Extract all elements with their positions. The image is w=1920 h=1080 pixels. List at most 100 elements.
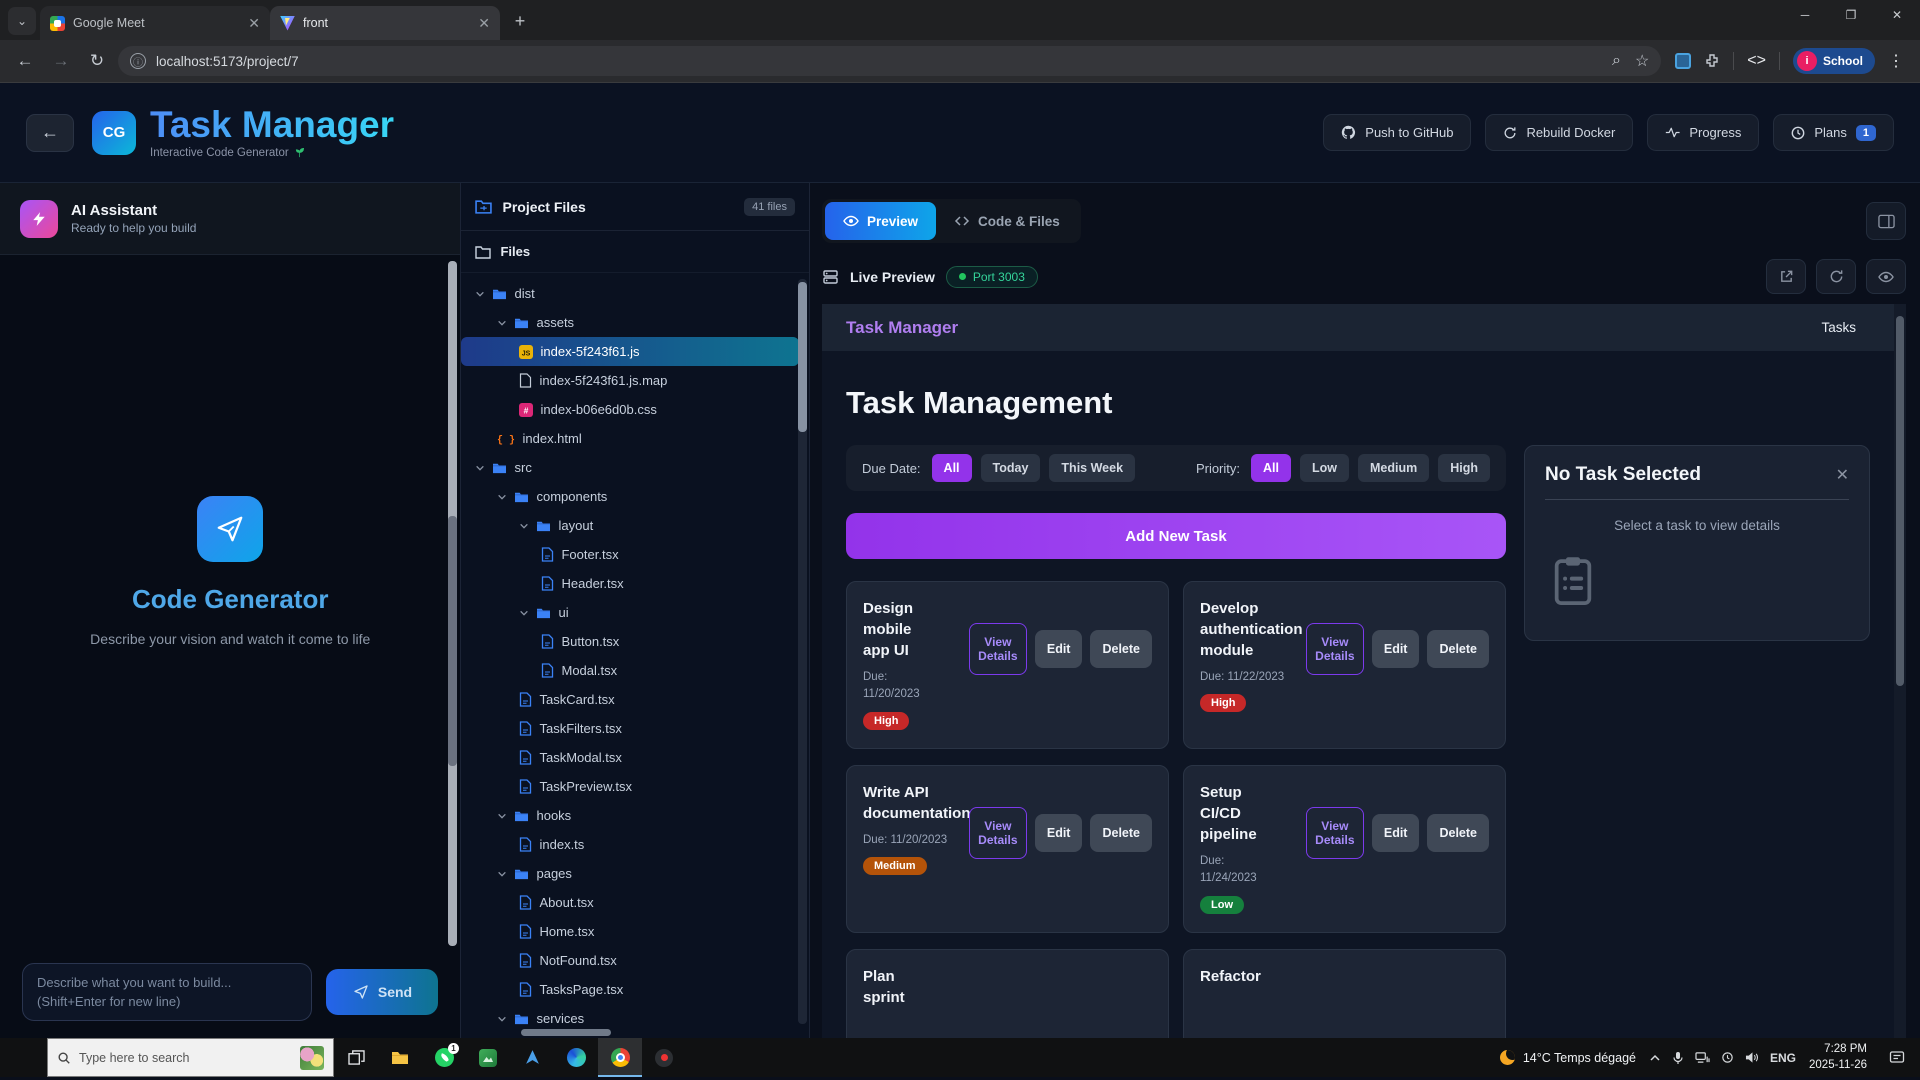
weather-widget[interactable]: 14°C Temps dégagé xyxy=(1500,1050,1636,1065)
files-horizontal-scrollbar[interactable] xyxy=(521,1029,611,1036)
tree-file-index-ts[interactable]: index.ts xyxy=(461,830,799,859)
taskbar-task-view-icon[interactable] xyxy=(334,1038,378,1077)
scrollbar-thumb[interactable] xyxy=(448,516,457,766)
edit-button[interactable]: Edit xyxy=(1035,630,1083,668)
tree-folder-src[interactable]: src xyxy=(461,453,799,482)
delete-button[interactable]: Delete xyxy=(1427,814,1489,852)
minimize-button[interactable]: ─ xyxy=(1782,0,1828,30)
app-back-button[interactable]: ← xyxy=(26,114,74,152)
tree-folder-hooks[interactable]: hooks xyxy=(461,801,799,830)
tab-close-icon[interactable]: ✕ xyxy=(248,15,260,32)
extensions-icon[interactable] xyxy=(1704,53,1720,69)
due-date-filter-this-week[interactable]: This Week xyxy=(1049,454,1135,482)
task-card-setup-ci-cd-pipeline[interactable]: Setup CI/CD pipelineDue: 11/24/2023LowVi… xyxy=(1183,765,1506,933)
view-details-button[interactable]: View Details xyxy=(969,807,1027,859)
tree-file-index-html[interactable]: { }index.html xyxy=(461,424,799,453)
bookmark-star-icon[interactable]: ☆ xyxy=(1635,51,1649,71)
speaker-icon[interactable] xyxy=(1745,1051,1759,1064)
tree-file-home-tsx[interactable]: Home.tsx xyxy=(461,917,799,946)
new-tab-button[interactable]: + xyxy=(506,7,534,35)
delete-button[interactable]: Delete xyxy=(1090,814,1152,852)
view-details-button[interactable]: View Details xyxy=(1306,623,1364,675)
tree-folder-services[interactable]: services xyxy=(461,1004,799,1033)
tab-close-icon[interactable]: ✕ xyxy=(478,15,490,32)
taskbar-edge-icon[interactable] xyxy=(554,1038,598,1077)
tree-file-notfound-tsx[interactable]: NotFound.tsx xyxy=(461,946,799,975)
close-detail-icon[interactable]: ✕ xyxy=(1836,465,1849,485)
tree-file-header-tsx[interactable]: Header.tsx xyxy=(461,569,799,598)
site-info-icon[interactable]: ⓘ xyxy=(130,53,146,69)
clock[interactable]: 7:28 PM 2025-11-26 xyxy=(1809,1042,1867,1073)
tree-folder-pages[interactable]: pages xyxy=(461,859,799,888)
zoom-icon[interactable]: ⌕ xyxy=(1612,52,1621,70)
priority-filter-medium[interactable]: Medium xyxy=(1358,454,1429,482)
refresh-preview-button[interactable] xyxy=(1816,259,1856,294)
due-date-filter-today[interactable]: Today xyxy=(981,454,1041,482)
priority-filter-all[interactable]: All xyxy=(1251,454,1291,482)
files-root-row[interactable]: Files xyxy=(461,231,809,273)
browser-tab-google-meet[interactable]: Google Meet ✕ xyxy=(40,6,270,40)
tree-file-footer-tsx[interactable]: Footer.tsx xyxy=(461,540,799,569)
tab-preview[interactable]: Preview xyxy=(825,202,936,240)
back-nav-icon[interactable]: ← xyxy=(10,46,40,76)
tree-file-taskfilters-tsx[interactable]: TaskFilters.tsx xyxy=(461,714,799,743)
maximize-button[interactable]: ❐ xyxy=(1828,0,1874,30)
screenshot-tool-icon[interactable] xyxy=(1675,53,1691,69)
progress-button[interactable]: Progress xyxy=(1647,114,1759,151)
plans-button[interactable]: Plans1 xyxy=(1773,114,1894,151)
taskbar-whatsapp-icon[interactable]: 1 xyxy=(422,1038,466,1077)
nav-link-tasks[interactable]: Tasks xyxy=(1821,320,1856,335)
preview-scrollbar[interactable] xyxy=(1894,304,1906,1038)
tree-file-modal-tsx[interactable]: Modal.tsx xyxy=(461,656,799,685)
devtools-code-icon[interactable]: <> xyxy=(1747,52,1766,70)
task-card-write-api-documentation[interactable]: Write API documentationDue: 11/20/2023Me… xyxy=(846,765,1169,933)
tree-file-about-tsx[interactable]: About.tsx xyxy=(461,888,799,917)
toggle-panel-button[interactable] xyxy=(1866,202,1906,240)
tree-folder-assets[interactable]: assets xyxy=(461,308,799,337)
priority-filter-high[interactable]: High xyxy=(1438,454,1490,482)
tray-expand-icon[interactable] xyxy=(1649,1052,1661,1064)
reload-icon[interactable]: ↻ xyxy=(82,46,112,76)
view-details-button[interactable]: View Details xyxy=(1306,807,1364,859)
tree-folder-ui[interactable]: ui xyxy=(461,598,799,627)
task-card-develop-authentication-module[interactable]: Develop authentication moduleDue: 11/22/… xyxy=(1183,581,1506,749)
prompt-input[interactable]: Describe what you want to build... (Shif… xyxy=(22,963,312,1021)
task-card-design-mobile-app-ui[interactable]: Design mobile app UIDue: 11/20/2023HighV… xyxy=(846,581,1169,749)
onedrive-sync-icon[interactable] xyxy=(1721,1051,1734,1064)
ai-panel-scrollbar[interactable] xyxy=(448,261,457,946)
tree-folder-dist[interactable]: dist xyxy=(461,279,799,308)
tree-folder-components[interactable]: components xyxy=(461,482,799,511)
tree-file-index-b06e6d0b-css[interactable]: #index-b06e6d0b.css xyxy=(461,395,799,424)
browser-menu-icon[interactable]: ⋮ xyxy=(1888,51,1904,71)
close-button[interactable]: ✕ xyxy=(1874,0,1920,30)
edit-button[interactable]: Edit xyxy=(1372,630,1420,668)
add-new-task-button[interactable]: Add New Task xyxy=(846,513,1506,559)
browser-tab-front[interactable]: front ✕ xyxy=(270,6,500,40)
taskbar-chrome-icon[interactable] xyxy=(598,1038,642,1077)
tree-file-index-5f243f61-js[interactable]: JSindex-5f243f61.js xyxy=(461,337,799,366)
tree-folder-layout[interactable]: layout xyxy=(461,511,799,540)
send-button[interactable]: Send xyxy=(326,969,438,1015)
edit-button[interactable]: Edit xyxy=(1035,814,1083,852)
due-date-filter-all[interactable]: All xyxy=(932,454,972,482)
delete-button[interactable]: Delete xyxy=(1427,630,1489,668)
tree-file-index-5f243f61-js-map[interactable]: index-5f243f61.js.map xyxy=(461,366,799,395)
forward-nav-icon[interactable]: → xyxy=(46,46,76,76)
scrollbar-thumb[interactable] xyxy=(1896,316,1904,686)
tab-search-button[interactable]: ⌄ xyxy=(8,7,36,35)
microphone-icon[interactable] xyxy=(1672,1051,1684,1065)
start-button[interactable] xyxy=(0,1038,47,1077)
priority-filter-low[interactable]: Low xyxy=(1300,454,1349,482)
action-center-icon[interactable] xyxy=(1880,1050,1914,1065)
taskbar-file-explorer-icon[interactable] xyxy=(378,1038,422,1077)
tab-code-files[interactable]: Code & Files xyxy=(936,202,1078,240)
view-details-button[interactable]: View Details xyxy=(969,623,1027,675)
files-scrollbar[interactable] xyxy=(798,279,807,1024)
open-external-button[interactable] xyxy=(1766,259,1806,294)
network-icon[interactable] xyxy=(1695,1051,1710,1064)
tree-file-taskcard-tsx[interactable]: TaskCard.tsx xyxy=(461,685,799,714)
task-card-plan-sprint[interactable]: Plan sprint xyxy=(846,949,1169,1038)
task-card-refactor[interactable]: Refactor xyxy=(1183,949,1506,1038)
taskbar-app-blue-icon[interactable] xyxy=(510,1038,554,1077)
preview-visibility-button[interactable] xyxy=(1866,259,1906,294)
